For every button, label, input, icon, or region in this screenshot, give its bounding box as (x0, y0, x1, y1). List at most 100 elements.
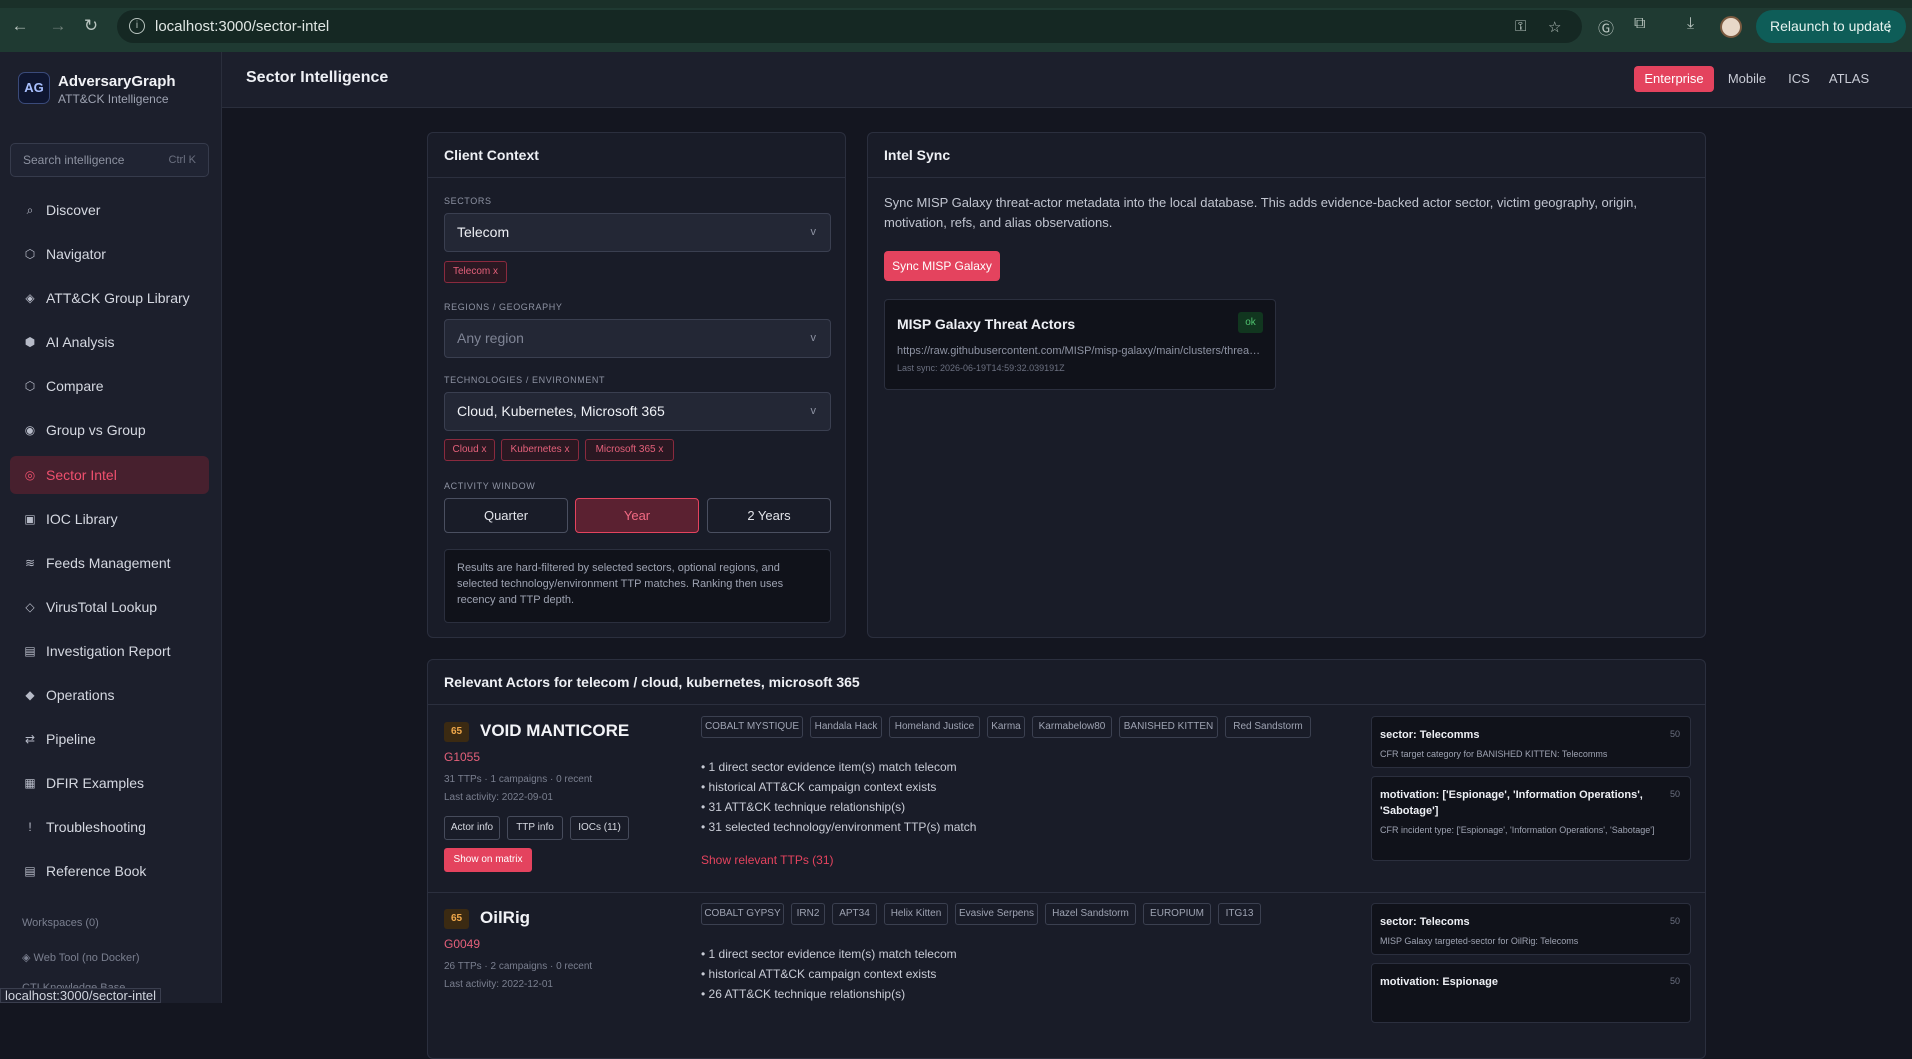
alias-tag: Hazel Sandstorm (1045, 903, 1136, 925)
tab-enterprise[interactable]: Enterprise (1634, 66, 1714, 92)
evidence-title: sector: Telecomms (1380, 729, 1480, 741)
sidebar-item-discover[interactable]: ⌕ Discover (10, 191, 209, 229)
web-tool-link[interactable]: ◈ Web Tool (no Docker) (22, 951, 140, 964)
alias-tag: Handala Hack (810, 716, 882, 738)
workspaces-label[interactable]: Workspaces (0) (22, 917, 99, 929)
evidence-score: 50 (1669, 729, 1680, 739)
sidebar-item-dfir-examples[interactable]: ▦ DFIR Examples (10, 764, 209, 802)
tab-strip (0, 0, 1912, 8)
tab-mobile[interactable]: Mobile (1722, 66, 1772, 92)
sidebar-item-label: Group vs Group (46, 422, 146, 438)
sidebar-item-ioc-library[interactable]: ▣ IOC Library (10, 500, 209, 538)
ttp-info-button[interactable]: TTP info (507, 816, 563, 840)
diamond-outline-icon: ◇ (25, 600, 35, 614)
bookmark-star-icon[interactable]: ☆ (1548, 18, 1561, 36)
grammarly-extension-icon[interactable]: Ⓖ (1598, 15, 1614, 39)
actor-name[interactable]: VOID MANTICORE (480, 721, 629, 741)
grid-icon: ▦ (24, 776, 36, 790)
sidebar-item-label: Discover (46, 202, 101, 218)
window-2-years-button[interactable]: 2 Years (707, 498, 831, 533)
hexagon-filled-icon: ⬢ (24, 335, 36, 349)
actor-name[interactable]: OilRig (480, 908, 530, 928)
sectors-select[interactable]: Telecom v (444, 213, 831, 252)
evidence-title: motivation: ['Espionage', 'Information O… (1380, 789, 1643, 817)
sidebar-item-reference-book[interactable]: ▤ Reference Book (10, 852, 209, 890)
tab-atlas[interactable]: ATLAS (1824, 66, 1874, 92)
actor-id[interactable]: G1055 (444, 750, 480, 764)
sidebar-item-feeds-management[interactable]: ≋ Feeds Management (10, 544, 209, 582)
exclamation-icon: ! (28, 820, 32, 834)
extensions-icon[interactable]: ⧉ (1634, 15, 1645, 33)
sidebar-item-investigation-report[interactable]: ▤ Investigation Report (10, 632, 209, 670)
sidebar-item-navigator[interactable]: ⬡ Navigator (10, 235, 209, 273)
pipeline-arrows-icon: ⇄ (24, 732, 36, 746)
page-header: Sector Intelligence Enterprise Mobile IC… (222, 52, 1912, 108)
actor-id[interactable]: G0049 (444, 937, 480, 951)
sidebar-item-group-vs-group[interactable]: ◉ Group vs Group (10, 411, 209, 449)
sector-chip-telecom[interactable]: Telecom x (444, 261, 507, 283)
actor-info-button[interactable]: Actor info (444, 816, 500, 840)
evidence-card: sector: Telecoms 50 MISP Galaxy targeted… (1371, 903, 1691, 955)
sidebar-item-virustotal-lookup[interactable]: ◇ VirusTotal Lookup (10, 588, 209, 626)
sidebar-item-label: Troubleshooting (46, 819, 146, 835)
password-key-icon[interactable]: ⚿ (1515, 18, 1526, 35)
sidebar-item-pipeline[interactable]: ⇄ Pipeline (10, 720, 209, 758)
sidebar-item-sector-intel[interactable]: ◎ Sector Intel (10, 456, 209, 494)
iocs-button[interactable]: IOCs (11) (570, 816, 629, 840)
sidebar-item-compare[interactable]: ⬡ Compare (10, 367, 209, 405)
feed-icon: ≋ (24, 556, 36, 570)
forward-icon[interactable]: → (48, 16, 68, 36)
sidebar-item-group-library[interactable]: ◈ ATT&CK Group Library (10, 279, 209, 317)
regions-select[interactable]: Any region v (444, 319, 831, 358)
search-input[interactable]: Search intelligence Ctrl K (10, 143, 209, 177)
sidebar-item-label: Pipeline (46, 731, 96, 747)
reload-icon[interactable]: ↻ (81, 16, 101, 36)
sidebar-item-label: Reference Book (46, 863, 147, 879)
sidebar-item-operations[interactable]: ◆ Operations (10, 676, 209, 714)
evidence-bullet: • 1 direct sector evidence item(s) match… (701, 760, 957, 774)
tech-chip-microsoft-365[interactable]: Microsoft 365 x (585, 439, 674, 461)
diamond-filled-icon: ◆ (25, 688, 35, 702)
technologies-select[interactable]: Cloud, Kubernetes, Microsoft 365 v (444, 392, 831, 431)
tech-chip-kubernetes[interactable]: Kubernetes x (501, 439, 579, 461)
evidence-card: motivation: ['Espionage', 'Information O… (1371, 776, 1691, 861)
alias-tag: Red Sandstorm (1225, 716, 1311, 738)
window-quarter-button[interactable]: Quarter (444, 498, 568, 533)
show-on-matrix-button[interactable]: Show on matrix (444, 848, 532, 872)
window-year-button[interactable]: Year (575, 498, 699, 533)
sidebar-item-label: Compare (46, 378, 104, 394)
alias-tag: Homeland Justice (889, 716, 980, 738)
tab-ics[interactable]: ICS (1782, 66, 1816, 92)
panel-title: Relevant Actors for telecom / cloud, kub… (444, 674, 860, 690)
book-icon: ▤ (24, 864, 36, 878)
technologies-label: TECHNOLOGIES / ENVIRONMENT (444, 375, 606, 385)
address-bar[interactable]: i localhost:3000/sector-intel ⚿ ☆ (117, 10, 1582, 43)
evidence-bullet: • 26 ATT&CK technique relationship(s) (701, 987, 906, 1001)
sidebar-item-troubleshooting[interactable]: ! Troubleshooting (10, 808, 209, 846)
alias-tag: IRN2 (791, 903, 825, 925)
sidebar-item-label: Operations (46, 687, 115, 703)
browser-toolbar: ← → ↻ i localhost:3000/sector-intel ⚿ ☆ … (0, 0, 1912, 52)
show-relevant-ttps-link[interactable]: Show relevant TTPs (31) (701, 853, 834, 867)
relaunch-button[interactable]: Relaunch to update ⋮ (1756, 10, 1906, 43)
address-url[interactable]: localhost:3000/sector-intel (155, 18, 329, 35)
actor-last-activity: Last activity: 2022-09-01 (444, 792, 553, 803)
sidebar-item-ai-analysis[interactable]: ⬢ AI Analysis (10, 323, 209, 361)
more-menu-icon[interactable]: ⋮ (1882, 10, 1896, 43)
sync-misp-galaxy-button[interactable]: Sync MISP Galaxy (884, 251, 1000, 281)
alias-tag: Evasive Serpens (955, 903, 1038, 925)
downloads-icon[interactable]: ⤓ (1687, 15, 1694, 33)
actor-row: 65 VOID MANTICORE G1055 31 TTPs · 1 camp… (428, 705, 1705, 892)
back-icon[interactable]: ← (10, 16, 30, 36)
sidebar-item-label: ATT&CK Group Library (46, 290, 190, 306)
profile-avatar[interactable] (1720, 16, 1742, 38)
alias-tag: COBALT GYPSY (701, 903, 784, 925)
alias-tag: Karmabelow80 (1032, 716, 1112, 738)
site-info-icon[interactable]: i (129, 18, 145, 34)
panel-title: Intel Sync (884, 147, 951, 163)
evidence-card: sector: Telecomms 50 CFR target category… (1371, 716, 1691, 768)
evidence-title: motivation: Espionage (1380, 976, 1498, 988)
tech-chip-cloud[interactable]: Cloud x (444, 439, 495, 461)
panel-header: Client Context (428, 133, 845, 178)
chevron-down-icon: v (810, 332, 817, 344)
